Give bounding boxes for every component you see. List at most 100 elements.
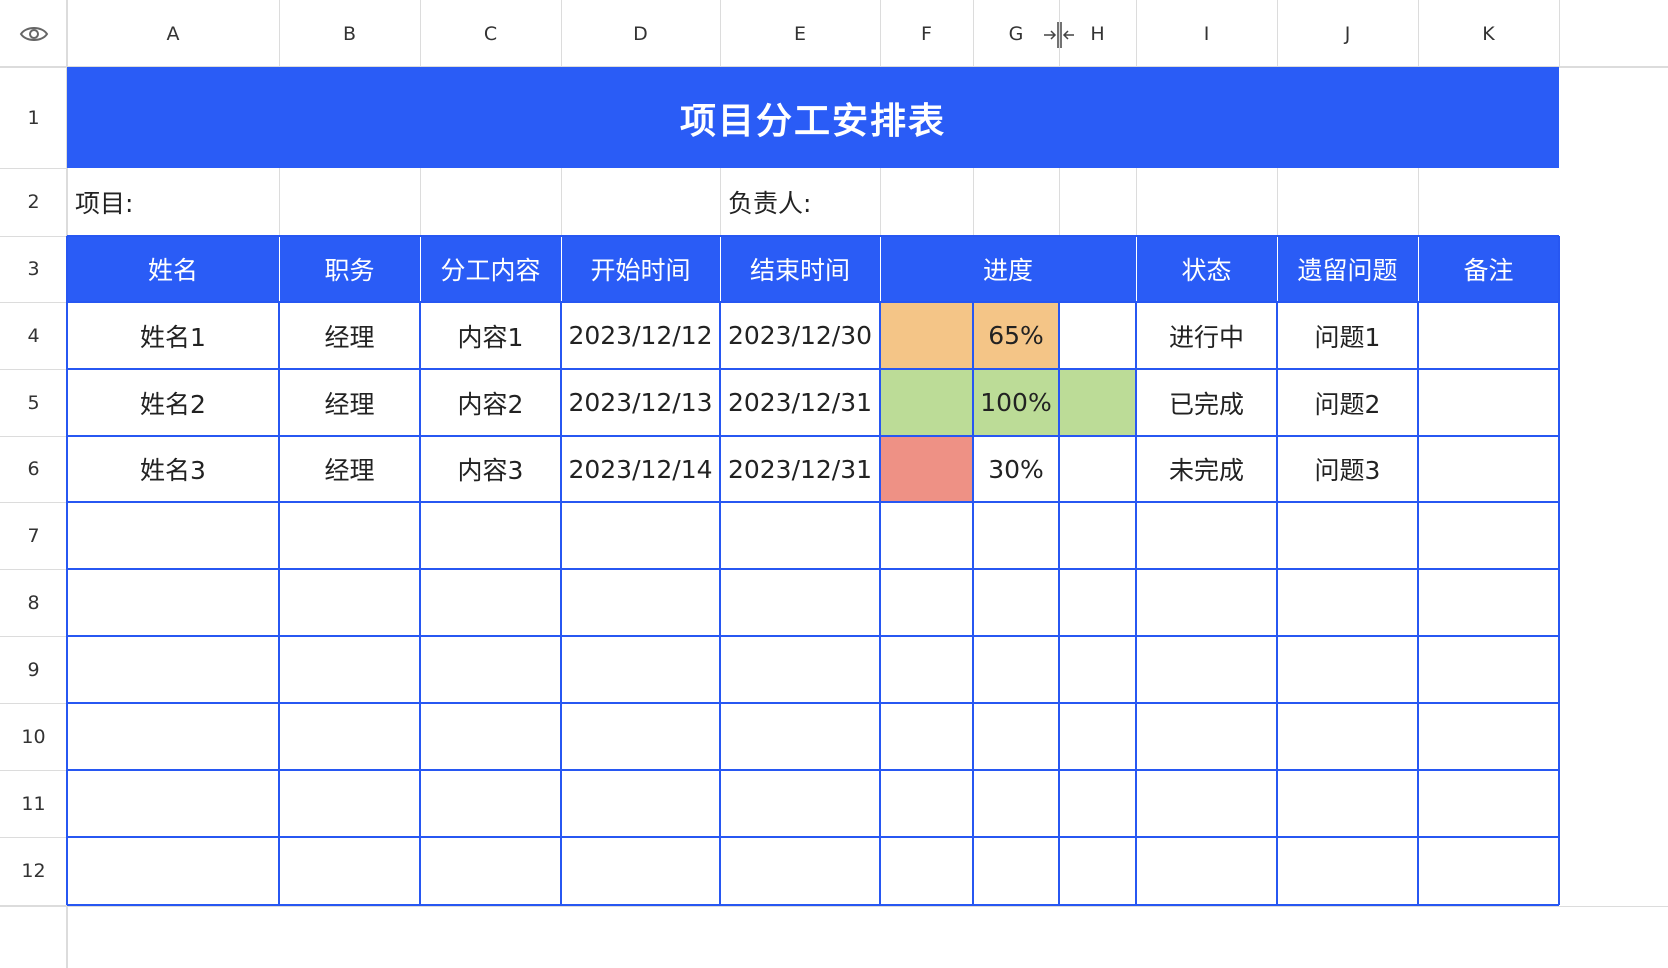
table-column-border [419, 302, 421, 905]
row-header-9[interactable]: 9 [0, 636, 67, 703]
row-header-4[interactable]: 4 [0, 302, 67, 369]
table-row-border [67, 568, 1559, 570]
table-header-cell[interactable]: 开始时间 [561, 236, 720, 302]
table-cell-end[interactable]: 2023/12/31 [720, 369, 880, 436]
table-cell-note[interactable] [1418, 436, 1559, 502]
eye-icon[interactable] [19, 24, 49, 44]
table-header-cell[interactable]: 职务 [279, 236, 420, 302]
table-header-cell[interactable]: 遗留问题 [1277, 236, 1418, 302]
row2-divider [1418, 168, 1419, 236]
row-header-divider [0, 168, 67, 169]
row2-divider [1136, 168, 1137, 236]
row-header-divider [0, 837, 67, 838]
row2-divider [880, 168, 881, 236]
table-cell-end[interactable]: 2023/12/30 [720, 302, 880, 369]
table-header-cell[interactable]: 进度 [880, 236, 1136, 302]
table-cell-role[interactable]: 经理 [279, 369, 420, 436]
table-row-border [67, 769, 1559, 771]
row-header-12[interactable]: 12 [0, 837, 67, 905]
table-cell-progress-label[interactable]: 65% [973, 302, 1059, 369]
row-header-5[interactable]: 5 [0, 369, 67, 436]
row2-divider [973, 168, 974, 236]
table-cell-content[interactable]: 内容3 [420, 436, 561, 502]
column-header-b[interactable]: B [279, 0, 420, 67]
table-cell-issue[interactable]: 问题2 [1277, 369, 1418, 436]
row2-divider [1277, 168, 1278, 236]
table-cell-role[interactable]: 经理 [279, 302, 420, 369]
column-header-i[interactable]: I [1136, 0, 1277, 67]
row-header-7[interactable]: 7 [0, 502, 67, 569]
table-cell-start[interactable]: 2023/12/12 [561, 302, 720, 369]
table-cell-status[interactable]: 进行中 [1136, 302, 1277, 369]
table-cell-content[interactable]: 内容1 [420, 302, 561, 369]
row-header-8[interactable]: 8 [0, 569, 67, 636]
spreadsheet: A B C D E F G H I J K 1 2 3 4 5 6 7 8 9 10 11 12 项目分工安排表 项目: 负责人:… [0, 0, 1668, 968]
table-cell-name[interactable]: 姓名3 [67, 436, 279, 502]
column-header-divider [279, 0, 280, 67]
column-header-divider [720, 0, 721, 67]
row-header-1[interactable]: 1 [0, 67, 67, 168]
table-header-cell[interactable]: 分工内容 [420, 236, 561, 302]
header-divider [420, 236, 421, 302]
table-header-cell[interactable]: 姓名 [67, 236, 279, 302]
row-header-2[interactable]: 2 [0, 168, 67, 236]
table-cell-note[interactable] [1418, 369, 1559, 436]
row-header-6[interactable]: 6 [0, 436, 67, 502]
header-divider [1136, 236, 1137, 302]
row-header-3[interactable]: 3 [0, 236, 67, 302]
row-header-divider [0, 369, 67, 370]
column-header-j[interactable]: J [1277, 0, 1418, 67]
row2-divider [1059, 168, 1060, 236]
table-column-border [972, 302, 974, 905]
column-header-divider [1559, 0, 1560, 67]
table-cell-end[interactable]: 2023/12/31 [720, 436, 880, 502]
table-cell-status[interactable]: 已完成 [1136, 369, 1277, 436]
table-cell-note[interactable] [1418, 302, 1559, 369]
table-column-border [1135, 302, 1137, 905]
table-cell-name[interactable]: 姓名2 [67, 369, 279, 436]
project-label[interactable]: 项目: [67, 168, 279, 236]
table-cell-status[interactable]: 未完成 [1136, 436, 1277, 502]
table-cell-start[interactable]: 2023/12/13 [561, 369, 720, 436]
table-cell-progress-label[interactable]: 100% [973, 369, 1059, 436]
table-header-cell[interactable]: 结束时间 [720, 236, 880, 302]
row-header-10[interactable]: 10 [0, 703, 67, 770]
header-divider [561, 236, 562, 302]
progress-fill [880, 436, 973, 502]
table-column-border [719, 302, 721, 905]
header-divider [1277, 236, 1278, 302]
table-cell-issue[interactable]: 问题1 [1277, 302, 1418, 369]
table-column-border [66, 302, 68, 905]
progress-fill [1059, 369, 1136, 436]
column-header-e[interactable]: E [720, 0, 880, 67]
column-header-divider [420, 0, 421, 67]
progress-fill [880, 369, 973, 436]
row-header-divider [0, 236, 67, 237]
row2-divider [420, 168, 421, 236]
select-all-corner[interactable] [0, 0, 67, 67]
table-header-cell[interactable]: 状态 [1136, 236, 1277, 302]
column-header-f[interactable]: F [880, 0, 973, 67]
column-header-divider [1059, 0, 1060, 67]
column-header-a[interactable]: A [67, 0, 279, 67]
table-column-border [278, 302, 280, 905]
table-cell-start[interactable]: 2023/12/14 [561, 436, 720, 502]
column-header-divider [880, 0, 881, 67]
sheet-title[interactable]: 项目分工安排表 [67, 67, 1559, 168]
column-header-c[interactable]: C [420, 0, 561, 67]
column-header-d[interactable]: D [561, 0, 720, 67]
table-right-border [1558, 236, 1560, 302]
table-row-border [67, 501, 1559, 503]
table-header-cell[interactable]: 备注 [1418, 236, 1559, 302]
column-header-k[interactable]: K [1418, 0, 1559, 67]
row2-divider [561, 168, 562, 236]
table-column-border [879, 302, 881, 905]
table-cell-role[interactable]: 经理 [279, 436, 420, 502]
table-cell-progress-label[interactable]: 30% [973, 436, 1059, 502]
table-cell-content[interactable]: 内容2 [420, 369, 561, 436]
column-header-divider [561, 0, 562, 67]
owner-label[interactable]: 负责人: [720, 168, 880, 236]
table-cell-issue[interactable]: 问题3 [1277, 436, 1418, 502]
row-header-11[interactable]: 11 [0, 770, 67, 837]
table-cell-name[interactable]: 姓名1 [67, 302, 279, 369]
